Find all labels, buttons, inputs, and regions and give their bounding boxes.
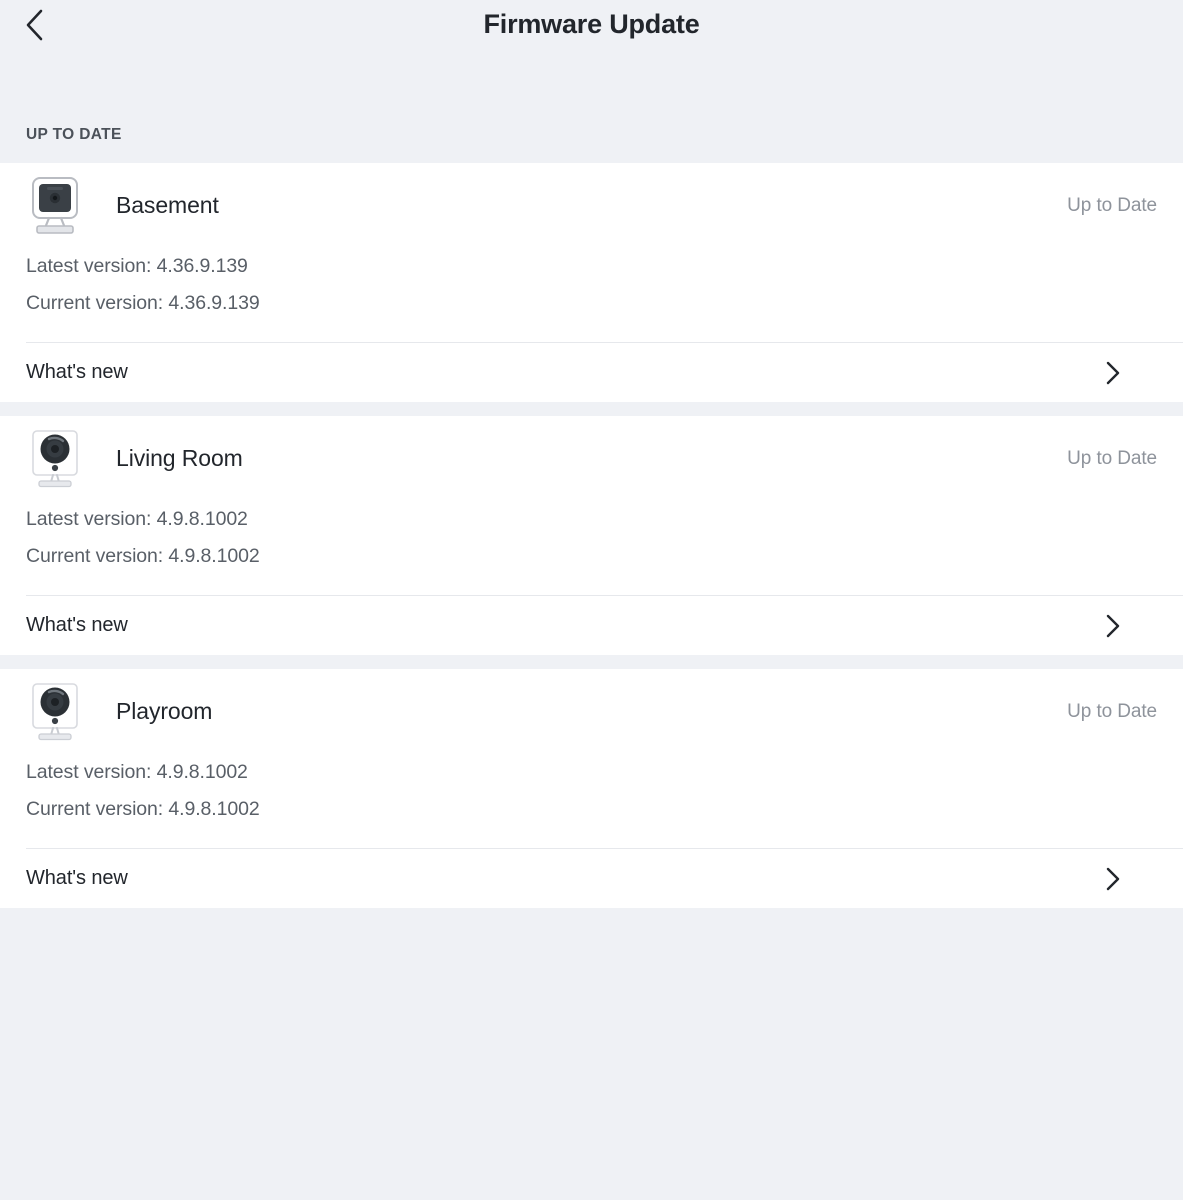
camera-pan-icon [26,681,84,743]
device-header-row: Living Room Up to Date [0,416,1183,501]
device-status-badge: Up to Date [1067,194,1157,216]
device-name: Playroom [116,698,213,724]
device-status-badge: Up to Date [1067,447,1157,469]
chevron-right-icon [1105,613,1121,639]
whats-new-label: What's new [26,614,128,636]
whats-new-label: What's new [26,361,128,383]
device-status-badge: Up to Date [1067,700,1157,722]
page-header: Firmware Update [0,0,1183,90]
latest-version-text: Latest version: 4.9.8.1002 [26,508,248,530]
camera-square-monitor-icon [26,175,84,237]
page-title: Firmware Update [483,9,700,39]
latest-version-text: Latest version: 4.36.9.139 [26,255,248,277]
camera-pan-icon [26,428,84,490]
device-name: Living Room [116,445,243,471]
current-version-text: Current version: 4.36.9.139 [26,292,260,314]
firmware-update-screen: Firmware Update UP TO DATE Basement Up t… [0,0,1183,1200]
device-header-row: Playroom Up to Date [0,669,1183,754]
device-card: Basement Up to Date Latest version: 4.36… [0,163,1183,402]
whats-new-label: What's new [26,867,128,889]
latest-version-text: Latest version: 4.9.8.1002 [26,761,248,783]
section-header-up-to-date: UP TO DATE [26,126,122,143]
device-header-row: Basement Up to Date [0,163,1183,248]
whats-new-row[interactable]: What's new [26,595,1183,655]
whats-new-row[interactable]: What's new [26,342,1183,402]
whats-new-row[interactable]: What's new [26,848,1183,908]
device-list: Basement Up to Date Latest version: 4.36… [0,163,1183,908]
chevron-right-icon [1105,866,1121,892]
device-versions: Latest version: 4.9.8.1002 Current versi… [0,754,1183,848]
device-versions: Latest version: 4.36.9.139 Current versi… [0,248,1183,342]
device-name: Basement [116,192,219,218]
device-card: Playroom Up to Date Latest version: 4.9.… [0,669,1183,908]
chevron-right-icon [1105,360,1121,386]
device-versions: Latest version: 4.9.8.1002 Current versi… [0,501,1183,595]
current-version-text: Current version: 4.9.8.1002 [26,798,260,820]
current-version-text: Current version: 4.9.8.1002 [26,545,260,567]
device-card: Living Room Up to Date Latest version: 4… [0,416,1183,655]
